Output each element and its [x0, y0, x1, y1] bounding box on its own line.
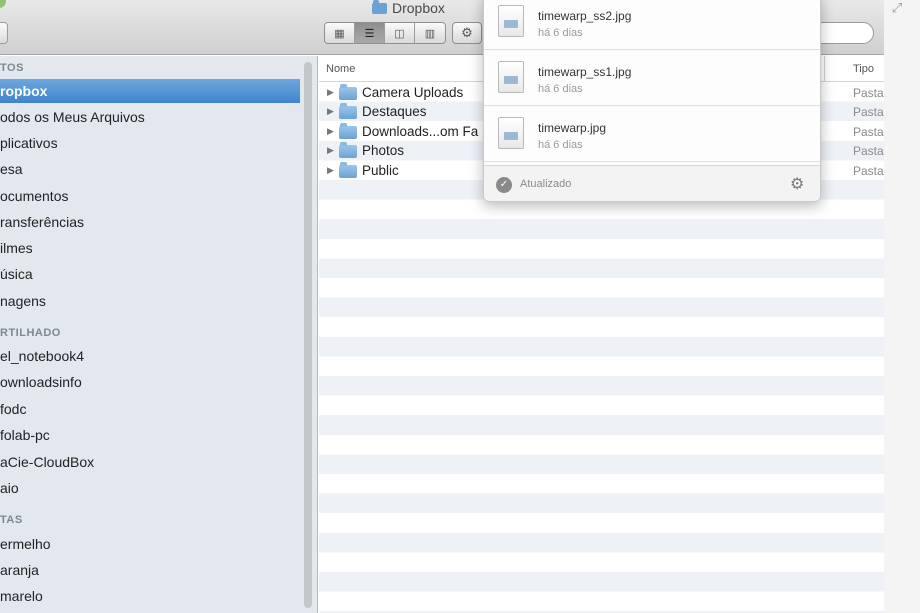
fullscreen-icon[interactable]: ⤢: [888, 0, 906, 16]
recent-file-name: timewarp_ss1.jpg: [538, 65, 632, 79]
sidebar-item-dropbox[interactable]: ropbox: [0, 79, 300, 103]
checkmark-icon: ✓: [496, 177, 512, 193]
recent-file-time: há 6 dias: [538, 139, 583, 151]
disclosure-triangle-icon[interactable]: ▶: [327, 106, 334, 117]
file-type: Pasta: [853, 124, 884, 139]
recent-file-name: timewarp.jpg: [538, 121, 607, 135]
window-title: Dropbox: [372, 0, 445, 16]
sidebar-item-applications[interactable]: plicativos: [0, 131, 58, 155]
folder-icon: [339, 122, 357, 139]
sidebar-item-movies[interactable]: ilmes: [0, 236, 33, 260]
view-mode-selector: ▦ ☰ ◫ ▥: [324, 22, 446, 44]
folder-icon: [339, 83, 357, 100]
sidebar-item-shared[interactable]: el_notebook4: [0, 344, 84, 368]
disclosure-triangle-icon[interactable]: ▶: [327, 87, 334, 98]
folder-icon: [339, 142, 357, 159]
file-name: Destaques: [362, 104, 427, 120]
sidebar-item-pictures[interactable]: nagens: [0, 289, 46, 313]
file-type: Pasta: [853, 105, 884, 120]
recent-file-item[interactable]: timewarp_ss1.jpg há 6 dias: [484, 51, 820, 106]
folder-icon: [339, 162, 357, 178]
window-title-text: Dropbox: [392, 0, 445, 16]
popover-footer: ✓ Atualizado ⚙: [484, 165, 820, 201]
sidebar-item-music[interactable]: úsica: [0, 262, 33, 286]
dropbox-popover: timewarp_ss2.jpg há 6 dias timewarp_ss1.…: [483, 0, 821, 202]
column-header-name[interactable]: Nome: [326, 63, 355, 75]
sidebar-item-tag-red[interactable]: ermelho: [0, 532, 51, 556]
folder-icon: [372, 0, 387, 14]
file-type: Pasta: [853, 85, 884, 100]
gear-icon[interactable]: ⚙: [790, 174, 804, 194]
file-name: Public: [362, 163, 399, 178]
recent-file-item[interactable]: timewarp.jpg há 6 dias: [484, 107, 820, 162]
sidebar-section-favorites: TOS: [0, 62, 24, 74]
file-type: Pasta: [853, 164, 884, 178]
disclosure-triangle-icon[interactable]: ▶: [327, 126, 334, 137]
sidebar-section-tags: TAS: [0, 514, 23, 526]
recent-file-item[interactable]: timewarp_ss2.jpg há 6 dias: [484, 0, 820, 50]
file-name: Camera Uploads: [362, 84, 464, 100]
column-divider[interactable]: [824, 56, 825, 82]
sidebar-item-shared[interactable]: aCie-CloudBox: [0, 450, 94, 474]
sidebar-item-desktop[interactable]: esa: [0, 157, 23, 181]
image-file-icon: [498, 61, 524, 93]
sidebar-item-downloads[interactable]: ransferências: [0, 210, 84, 234]
list-view-icon: ☰: [364, 27, 375, 40]
finder-window: Dropbox ▦ ☰ ◫ ▥ ⚙ TOS ropbox odos os Meu…: [0, 0, 884, 613]
desktop-background: ⤢: [884, 0, 920, 613]
file-type: Pasta: [853, 144, 884, 159]
file-name: Downloads...om Fa: [362, 123, 479, 139]
file-name: Photos: [362, 143, 405, 159]
folder-icon: [339, 103, 357, 120]
zoom-window-button[interactable]: [0, 0, 6, 8]
disclosure-triangle-icon[interactable]: ▶: [327, 145, 334, 156]
coverflow-view-icon: ▥: [424, 27, 436, 40]
sidebar-item-tag-yellow[interactable]: marelo: [0, 584, 43, 608]
sidebar-item-tag-orange[interactable]: aranja: [0, 558, 39, 582]
column-view-icon: ◫: [394, 27, 405, 40]
sidebar-item-shared[interactable]: fodc: [0, 397, 26, 421]
recent-file-time: há 6 dias: [538, 27, 583, 39]
sidebar-item-shared[interactable]: aio: [0, 476, 19, 500]
icon-view-icon: ▦: [334, 27, 345, 40]
recent-file-time: há 6 dias: [538, 83, 583, 95]
sidebar-item-all-files[interactable]: odos os Meus Arquivos: [0, 105, 145, 129]
recent-file-name: timewarp_ss2.jpg: [538, 9, 632, 23]
sidebar-item-shared[interactable]: folab-pc: [0, 423, 50, 447]
list-view-button[interactable]: ☰: [355, 23, 385, 43]
sync-status: Atualizado: [520, 178, 572, 190]
sidebar-item-documents[interactable]: ocumentos: [0, 184, 68, 208]
action-button[interactable]: ⚙: [452, 22, 482, 44]
sidebar: TOS ropbox odos os Meus Arquivos plicati…: [0, 56, 318, 613]
back-button[interactable]: [0, 22, 8, 44]
column-header-type[interactable]: Tipo: [853, 63, 874, 75]
image-file-icon: [498, 117, 524, 149]
sidebar-section-shared: RTILHADO: [0, 327, 61, 339]
image-file-icon: [498, 5, 524, 37]
sidebar-item-shared[interactable]: ownloadsinfo: [0, 370, 82, 394]
column-view-button[interactable]: ◫: [385, 23, 415, 43]
coverflow-view-button[interactable]: ▥: [415, 23, 445, 43]
gear-icon: ⚙: [461, 25, 473, 40]
disclosure-triangle-icon[interactable]: ▶: [327, 165, 334, 176]
sidebar-scrollbar[interactable]: [304, 62, 312, 608]
icon-view-button[interactable]: ▦: [325, 23, 355, 43]
